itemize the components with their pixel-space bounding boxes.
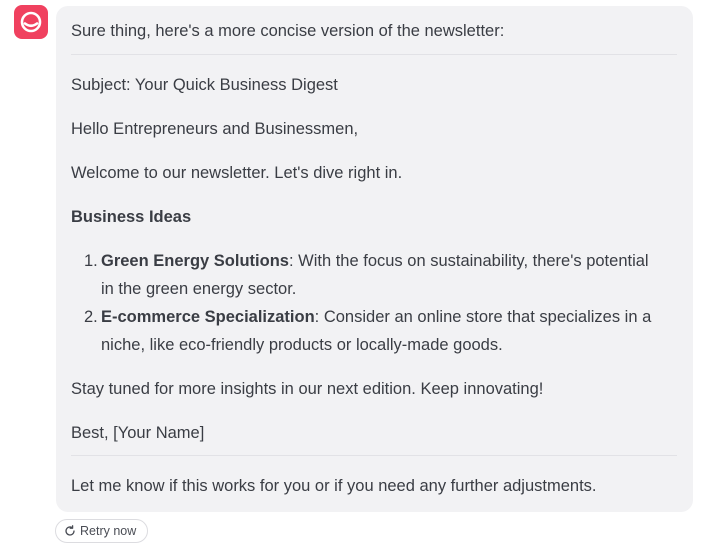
list-item-title: Green Energy Solutions: [101, 252, 289, 270]
list-item-line: Green Energy Solutions: With the focus o…: [101, 251, 649, 271]
chat-message-row: Sure thing, here's a more concise versio…: [0, 0, 721, 550]
retry-icon: [65, 525, 75, 536]
newsletter-closing: Stay tuned for more insights in our next…: [71, 380, 544, 398]
retry-button[interactable]: Retry now: [55, 519, 148, 543]
newsletter-subject: Subject: Your Quick Business Digest: [71, 76, 338, 94]
assistant-avatar: [14, 5, 48, 39]
list-item-text-continued: in the green energy sector.: [101, 280, 297, 298]
message-outro: Let me know if this works for you or if …: [71, 477, 597, 495]
newsletter-welcome: Welcome to our newsletter. Let's dive ri…: [71, 164, 403, 182]
list-item-text: : Consider an online store that speciali…: [314, 308, 652, 326]
assistant-message-bubble: Sure thing, here's a more concise versio…: [56, 6, 693, 512]
message-divider-top: [71, 54, 677, 55]
list-item-title: E-commerce Specialization: [101, 308, 315, 326]
message-divider-bottom: [71, 455, 677, 456]
assistant-logo-icon: [20, 11, 42, 33]
retry-button-label: Retry now: [80, 524, 137, 538]
message-intro: Sure thing, here's a more concise versio…: [71, 22, 505, 40]
list-item-number: 1.: [84, 252, 98, 270]
newsletter-signoff: Best, [Your Name]: [71, 424, 205, 442]
newsletter-greeting: Hello Entrepreneurs and Businessmen,: [71, 120, 359, 138]
list-item-line: E-commerce Specialization: Consider an o…: [101, 307, 651, 327]
list-item-text: : With the focus on sustainability, ther…: [288, 252, 649, 270]
list-item-number: 2.: [84, 308, 98, 326]
section-heading: Business Ideas: [71, 208, 192, 226]
list-item-text-continued: niche, like eco-friendly products or loc…: [101, 336, 503, 354]
